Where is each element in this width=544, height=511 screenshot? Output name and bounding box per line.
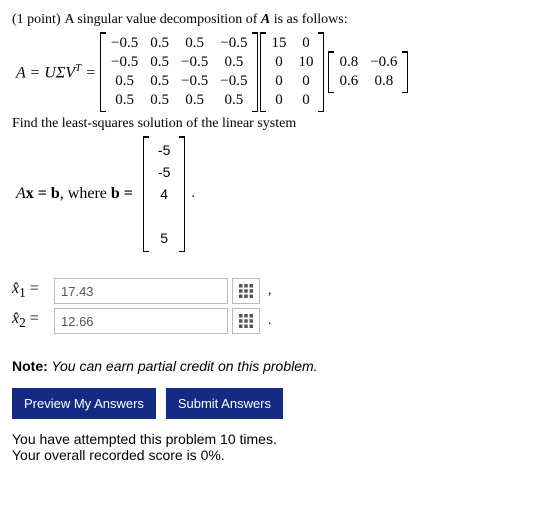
matrix-cell: −0.5 bbox=[105, 34, 144, 53]
matrix-cell: 0.6 bbox=[333, 72, 364, 91]
button-row: Preview My Answers Submit Answers bbox=[12, 388, 532, 419]
problem-header: (1 point) A singular value decomposition… bbox=[12, 10, 532, 28]
svd-lhs: A = UΣVT = bbox=[16, 62, 96, 82]
preview-answers-button[interactable]: Preview My Answers bbox=[12, 388, 156, 419]
vector-cell: 4 bbox=[150, 184, 178, 204]
matrix-cell: 0 bbox=[265, 72, 292, 91]
points-label: (1 point) bbox=[12, 12, 61, 27]
matrix-cell: 0.5 bbox=[175, 34, 214, 53]
keypad-icon bbox=[239, 284, 253, 298]
matrix-Sigma: 1500100000 bbox=[260, 32, 324, 112]
vector-cell bbox=[150, 206, 178, 226]
matrix-cell: 0.5 bbox=[214, 91, 253, 110]
matrix-cell: 0.5 bbox=[144, 91, 175, 110]
x1-input[interactable] bbox=[54, 278, 228, 304]
matrix-cell: −0.5 bbox=[214, 34, 253, 53]
matrix-cell: 0.8 bbox=[333, 53, 364, 72]
find-lsq-text: Find the least-squares solution of the l… bbox=[12, 116, 532, 132]
matrix-U: −0.50.50.5−0.5−0.50.5−0.50.50.50.5−0.5−0… bbox=[100, 32, 258, 112]
matrix-cell: 0.5 bbox=[105, 91, 144, 110]
keypad-icon bbox=[239, 314, 253, 328]
note-bold: Note: bbox=[12, 358, 48, 374]
partial-credit-note: Note: You can earn partial credit on thi… bbox=[12, 358, 532, 374]
comma: , bbox=[268, 283, 272, 299]
attempts-text: You have attempted this problem 10 times… bbox=[12, 431, 532, 447]
matrix-cell: 0.5 bbox=[144, 72, 175, 91]
score-text: Your overall recorded score is 0%. bbox=[12, 447, 532, 463]
matrix-cell: 10 bbox=[292, 53, 319, 72]
vector-cell: -5 bbox=[150, 140, 178, 160]
axb-lhs: Ax = b, where b = bbox=[16, 185, 133, 203]
matrix-V: 0.8−0.60.60.8 bbox=[328, 51, 408, 93]
prompt-part-b: is as follows: bbox=[270, 12, 347, 27]
matrix-cell: 0 bbox=[265, 91, 292, 110]
matrix-cell: 0 bbox=[292, 91, 319, 110]
matrix-cell: −0.5 bbox=[214, 72, 253, 91]
matrix-cell: −0.5 bbox=[105, 53, 144, 72]
submit-answers-button[interactable]: Submit Answers bbox=[166, 388, 283, 419]
keypad-button-x1[interactable] bbox=[232, 278, 260, 304]
matrix-cell: 0.5 bbox=[144, 53, 175, 72]
matrix-A-symbol: A bbox=[261, 12, 270, 27]
x1-label: x̂1 = bbox=[12, 280, 48, 301]
answer-row-x2: x̂2 = . bbox=[12, 308, 532, 334]
vector-cell: 5 bbox=[150, 228, 178, 248]
note-italic: You can earn partial credit on this prob… bbox=[48, 358, 318, 374]
matrix-cell: 0 bbox=[292, 72, 319, 91]
vector-b: -5-545 bbox=[143, 136, 185, 252]
keypad-button-x2[interactable] bbox=[232, 308, 260, 334]
period-1: . bbox=[191, 186, 195, 202]
matrix-cell: −0.6 bbox=[364, 53, 403, 72]
matrix-cell: 0.5 bbox=[175, 91, 214, 110]
svd-equation: A = UΣVT = −0.50.50.5−0.5−0.50.5−0.50.50… bbox=[12, 32, 532, 112]
vector-cell: -5 bbox=[150, 162, 178, 182]
axb-equation: Ax = b, where b = -5-545 . bbox=[12, 136, 532, 252]
prompt-part-a: A singular value decomposition of bbox=[65, 12, 261, 27]
matrix-cell: −0.5 bbox=[175, 72, 214, 91]
answer-row-x1: x̂1 = , bbox=[12, 278, 532, 304]
matrix-cell: 0.5 bbox=[144, 34, 175, 53]
period-2: . bbox=[268, 313, 272, 329]
matrix-cell: 0 bbox=[292, 34, 319, 53]
matrix-cell: 15 bbox=[265, 34, 292, 53]
matrix-cell: 0.5 bbox=[214, 53, 253, 72]
matrix-cell: 0.8 bbox=[364, 72, 403, 91]
x2-label: x̂2 = bbox=[12, 310, 48, 331]
matrix-cell: 0 bbox=[265, 53, 292, 72]
x2-input[interactable] bbox=[54, 308, 228, 334]
matrix-cell: −0.5 bbox=[175, 53, 214, 72]
matrix-cell: 0.5 bbox=[105, 72, 144, 91]
